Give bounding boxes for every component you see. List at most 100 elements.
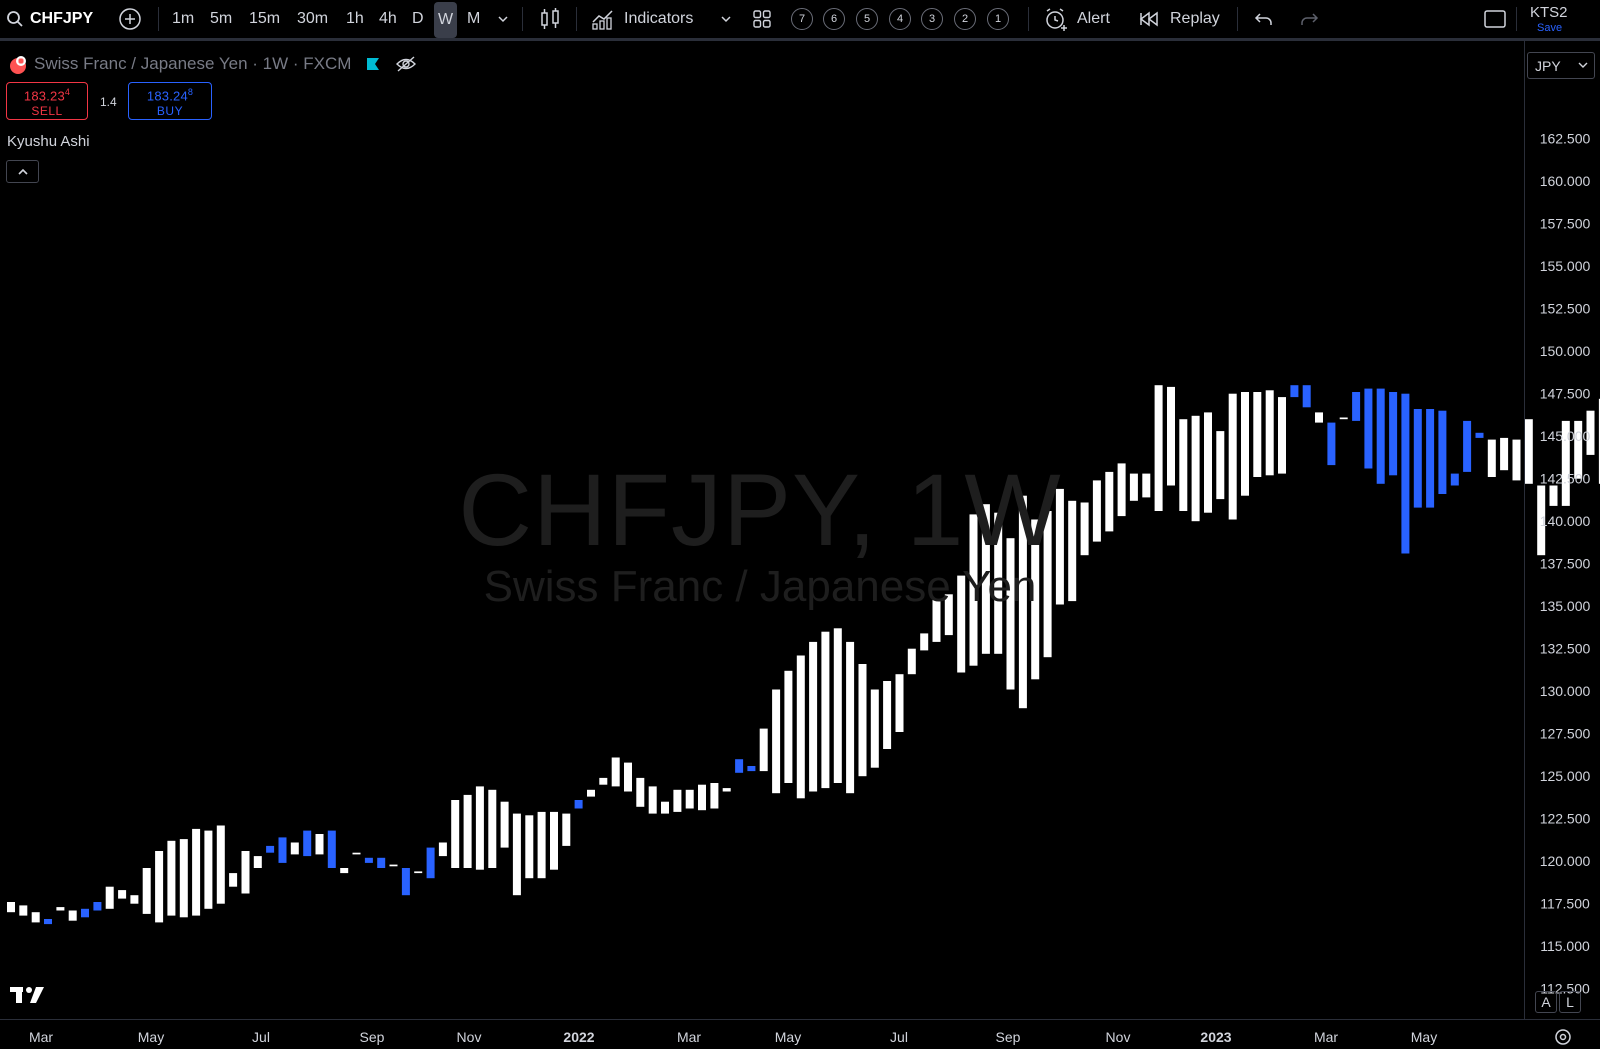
chevron-down-icon bbox=[1578, 62, 1588, 68]
layout-name[interactable]: KTS2 bbox=[1530, 4, 1568, 21]
toolbar-divider bbox=[1237, 7, 1238, 31]
timeframe-d[interactable]: D bbox=[412, 0, 424, 38]
sell-button[interactable]: 183.234 SELL bbox=[6, 82, 88, 120]
layout-4-button[interactable]: 4 bbox=[889, 8, 911, 30]
bullish-bar bbox=[624, 762, 632, 792]
sell-label: SELL bbox=[31, 104, 63, 119]
eye-hidden-icon[interactable] bbox=[395, 55, 417, 73]
bullish-bar bbox=[698, 784, 706, 811]
bullish-bar bbox=[19, 905, 28, 916]
layout-5-button[interactable]: 5 bbox=[856, 8, 878, 30]
bearish-bar bbox=[93, 902, 102, 911]
bullish-bar bbox=[451, 800, 460, 868]
timeframe-more-button[interactable] bbox=[497, 0, 509, 38]
indicators-label: Indicators bbox=[624, 10, 694, 27]
timeframe-5m[interactable]: 5m bbox=[210, 0, 232, 38]
price-axis-label: 132.500 bbox=[1540, 641, 1591, 657]
bullish-bar bbox=[488, 789, 497, 868]
bearish-bar bbox=[327, 830, 336, 868]
price-axis-label: 155.000 bbox=[1540, 258, 1591, 274]
price-axis-label: 157.500 bbox=[1540, 216, 1591, 232]
timeframe-30m[interactable]: 30m bbox=[297, 0, 328, 38]
indicators-icon bbox=[592, 10, 613, 30]
bullish-bar bbox=[414, 871, 423, 874]
layout-6-button[interactable]: 6 bbox=[823, 8, 845, 30]
price-axis-label: 160.000 bbox=[1540, 173, 1591, 189]
symbol-search[interactable]: CHFJPY bbox=[6, 0, 93, 38]
chevron-down-icon bbox=[721, 16, 731, 23]
price-axis-label: 117.500 bbox=[1540, 896, 1590, 912]
chart-type-button[interactable] bbox=[539, 0, 561, 38]
undo-button[interactable] bbox=[1254, 0, 1274, 38]
bullish-bar bbox=[216, 825, 225, 904]
templates-icon bbox=[753, 10, 771, 28]
indicator-label[interactable]: Kyushu Ashi bbox=[7, 133, 90, 150]
bullish-bar bbox=[685, 789, 694, 809]
indicators-button[interactable]: Indicators bbox=[591, 0, 693, 38]
currency-select[interactable]: JPY bbox=[1527, 52, 1595, 79]
timeframe-15m[interactable]: 15m bbox=[249, 0, 280, 38]
price-axis-label: 115.000 bbox=[1540, 938, 1590, 954]
bullish-bar bbox=[833, 628, 842, 783]
price-axis-label: 130.000 bbox=[1540, 683, 1591, 699]
search-icon bbox=[7, 11, 23, 27]
time-axis-label: Mar bbox=[29, 1029, 53, 1045]
indicators-dropdown-button[interactable] bbox=[720, 0, 732, 38]
layout-2-button[interactable]: 2 bbox=[954, 8, 976, 30]
timeframe-4h[interactable]: 4h bbox=[379, 0, 397, 38]
bearish-bar bbox=[377, 857, 386, 868]
fullscreen-icon bbox=[1484, 10, 1506, 28]
save-layout-button[interactable]: Save bbox=[1537, 22, 1562, 34]
timeframe-1m[interactable]: 1m bbox=[172, 0, 194, 38]
bullish-bar bbox=[463, 794, 472, 868]
bullish-bar bbox=[920, 633, 929, 651]
flag-icon[interactable] bbox=[365, 56, 381, 72]
bearish-bar bbox=[1352, 392, 1361, 421]
alert-label: Alert bbox=[1077, 10, 1110, 27]
bullish-bar bbox=[550, 811, 558, 870]
time-axis-label: Mar bbox=[1314, 1029, 1338, 1045]
bullish-bar bbox=[475, 786, 484, 870]
bullish-bar bbox=[118, 890, 127, 899]
redo-button[interactable] bbox=[1299, 0, 1319, 38]
layout-7-button[interactable]: 7 bbox=[791, 8, 813, 30]
bearish-bar bbox=[81, 908, 89, 918]
bullish-bar bbox=[142, 868, 151, 914]
bearish-bar bbox=[303, 830, 312, 857]
price-axis-label: 135.000 bbox=[1540, 598, 1591, 614]
tradingview-logo[interactable] bbox=[10, 985, 48, 1005]
timeframe-w[interactable]: W bbox=[434, 2, 458, 38]
bullish-bar bbox=[661, 801, 669, 814]
bullish-bar bbox=[130, 895, 139, 904]
layout-3-button[interactable]: 3 bbox=[921, 8, 943, 30]
auto-scale-button[interactable]: A bbox=[1535, 991, 1557, 1013]
bullish-bar bbox=[167, 840, 176, 916]
layout-1-button[interactable]: 1 bbox=[987, 8, 1009, 30]
bullish-bar bbox=[907, 648, 916, 675]
replay-button[interactable]: Replay bbox=[1139, 0, 1220, 38]
symbol-name[interactable]: CHFJPY bbox=[30, 10, 93, 28]
bullish-bar bbox=[1524, 419, 1533, 484]
timeframe-m[interactable]: M bbox=[467, 0, 480, 38]
time-axis-border bbox=[0, 1019, 1600, 1020]
alert-button[interactable]: Alert bbox=[1044, 0, 1110, 38]
bullish-bar bbox=[636, 777, 645, 807]
templates-button[interactable] bbox=[752, 0, 772, 38]
settings-icon[interactable] bbox=[1553, 1027, 1573, 1047]
chart-legend[interactable]: Swiss Franc / Japanese Yen · 1W · FXCM bbox=[8, 53, 417, 75]
watermark-name: Swiss Franc / Japanese Yen bbox=[483, 562, 1037, 611]
log-scale-button[interactable]: L bbox=[1559, 991, 1581, 1013]
price-axis-label: 147.500 bbox=[1540, 386, 1591, 402]
price-axis-label: 122.500 bbox=[1540, 811, 1591, 827]
fullscreen-button[interactable] bbox=[1483, 0, 1507, 38]
collapse-legend-button[interactable] bbox=[6, 160, 39, 183]
timeframe-1h[interactable]: 1h bbox=[346, 0, 364, 38]
bullish-bar bbox=[1315, 412, 1323, 423]
add-symbol-button[interactable] bbox=[118, 0, 142, 38]
bullish-bar bbox=[315, 834, 324, 855]
buy-button[interactable]: 183.248 BUY bbox=[128, 82, 212, 120]
bullish-bar bbox=[105, 886, 114, 909]
toolbar-divider bbox=[576, 7, 577, 31]
bullish-bar bbox=[772, 689, 781, 794]
bullish-bar bbox=[192, 828, 201, 916]
